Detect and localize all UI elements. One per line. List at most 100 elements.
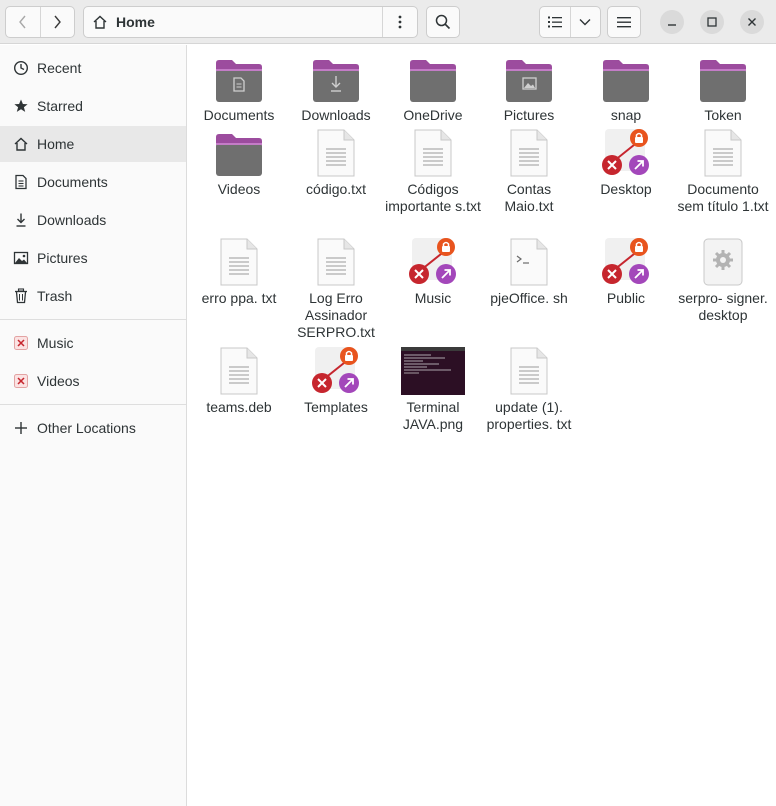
file-item-token[interactable]: Token — [673, 53, 773, 124]
file-label: Token — [704, 107, 742, 123]
maximize-button[interactable] — [700, 10, 724, 34]
navigation-buttons — [5, 6, 75, 38]
file-item-codigo-txt[interactable]: código.txt — [286, 127, 386, 198]
file-item-videos[interactable]: Videos — [189, 127, 289, 198]
file-item-documents[interactable]: Documents — [189, 53, 289, 124]
forward-button[interactable] — [39, 7, 75, 37]
document-icon — [11, 172, 31, 192]
clock-icon — [11, 58, 31, 78]
file-item-onedrive[interactable]: OneDrive — [383, 53, 483, 124]
file-label: código.txt — [306, 181, 366, 197]
text-file-icon — [504, 345, 554, 395]
sidebar-item-music[interactable]: Music — [0, 325, 186, 361]
file-item-update-properties-txt[interactable]: update (1). properties. txt — [479, 345, 579, 433]
close-icon — [748, 18, 756, 26]
sidebar: Recent Starred Home Documents Downloads … — [0, 45, 187, 806]
sidebar-separator — [0, 319, 186, 320]
sidebar-item-starred[interactable]: Starred — [0, 88, 186, 124]
folder-icon — [214, 127, 264, 177]
file-label: teams.deb — [206, 399, 272, 415]
path-label: Home — [116, 14, 155, 30]
file-item-teams-deb[interactable]: teams.deb — [189, 345, 289, 416]
home-icon — [11, 134, 31, 154]
file-item-contas-maio-txt[interactable]: Contas Maio.txt — [479, 127, 579, 215]
file-label: Pictures — [503, 107, 555, 123]
file-item-downloads[interactable]: Downloads — [286, 53, 386, 124]
file-label: erro ppa. txt — [201, 290, 277, 306]
file-item-music[interactable]: Music — [383, 236, 483, 307]
kebab-menu-icon — [398, 15, 402, 29]
sidebar-item-label: Documents — [37, 174, 108, 190]
path-bar[interactable]: Home — [83, 6, 418, 38]
sidebar-item-trash[interactable]: Trash — [0, 278, 186, 314]
file-item-codigos-importantes-txt[interactable]: Códigos importante s.txt — [383, 127, 483, 215]
sidebar-item-label: Home — [37, 136, 75, 152]
file-label: Terminal JAVA.png — [402, 399, 464, 432]
file-item-terminal-java-png[interactable]: Terminal JAVA.png — [383, 343, 483, 433]
file-item-pictures[interactable]: Pictures — [479, 53, 579, 124]
file-label: pjeOffice. sh — [490, 290, 568, 306]
file-item-log-erro-assinador-txt[interactable]: Log Erro Assinador SERPRO.txt — [286, 236, 386, 341]
sidebar-item-other-locations[interactable]: Other Locations — [0, 410, 186, 446]
file-item-documento-sem-titulo-txt[interactable]: Documento sem título 1.txt — [673, 127, 773, 215]
search-icon — [435, 14, 451, 30]
view-options-button[interactable] — [569, 7, 601, 37]
broken-link-icon — [311, 345, 361, 395]
header-bar: Home — [0, 0, 776, 44]
text-file-icon — [698, 127, 748, 177]
list-view-button[interactable] — [540, 7, 570, 37]
folder-icon — [408, 53, 458, 103]
file-item-desktop[interactable]: Desktop — [576, 127, 676, 198]
list-view-icon — [547, 16, 562, 28]
file-item-serpro-signer-desktop[interactable]: serpro- signer. desktop — [673, 236, 773, 324]
text-file-icon — [311, 127, 361, 177]
path-crumb-home[interactable]: Home — [92, 7, 155, 37]
file-label: Desktop — [600, 181, 652, 197]
sidebar-item-pictures[interactable]: Pictures — [0, 240, 186, 276]
sidebar-item-recent[interactable]: Recent — [0, 50, 186, 86]
text-file-icon — [408, 127, 458, 177]
sidebar-item-label: Music — [37, 335, 74, 351]
file-label: Public — [606, 290, 646, 306]
back-button[interactable] — [6, 7, 40, 37]
text-file-icon — [311, 236, 361, 286]
maximize-icon — [707, 17, 717, 27]
sidebar-item-label: Pictures — [37, 250, 88, 266]
file-item-public[interactable]: Public — [576, 236, 676, 307]
file-grid: Documents Downloads OneDrive Pictures sn… — [188, 45, 776, 806]
file-item-pjeoffice-sh[interactable]: pjeOffice. sh — [479, 236, 579, 307]
minimize-button[interactable] — [660, 10, 684, 34]
file-label: Videos — [217, 181, 261, 197]
folder-documents-icon — [214, 53, 264, 103]
sidebar-item-label: Downloads — [37, 212, 107, 228]
file-label: Downloads — [301, 107, 371, 123]
sidebar-item-label: Trash — [37, 288, 73, 304]
broken-link-icon — [601, 127, 651, 177]
script-file-icon — [504, 236, 554, 286]
sidebar-item-videos[interactable]: Videos — [0, 363, 186, 399]
file-item-erro-ppa-txt[interactable]: erro ppa. txt — [189, 236, 289, 307]
file-label: Contas Maio.txt — [504, 181, 554, 214]
desktop-file-icon — [698, 236, 748, 286]
sidebar-item-downloads[interactable]: Downloads — [0, 202, 186, 238]
file-item-snap[interactable]: snap — [576, 53, 676, 124]
text-file-icon — [214, 236, 264, 286]
main-menu-button[interactable] — [607, 6, 641, 38]
home-icon — [93, 15, 107, 29]
star-icon — [11, 96, 31, 116]
folder-icon — [601, 53, 651, 103]
file-item-templates[interactable]: Templates — [286, 345, 386, 416]
chevron-right-icon — [54, 15, 62, 29]
broken-bookmark-icon — [11, 333, 31, 353]
close-button[interactable] — [740, 10, 764, 34]
sidebar-item-documents[interactable]: Documents — [0, 164, 186, 200]
path-menu-button[interactable] — [382, 7, 417, 37]
search-button[interactable] — [426, 6, 460, 38]
file-label: Log Erro Assinador SERPRO.txt — [297, 290, 375, 340]
folder-icon — [698, 53, 748, 103]
sidebar-separator — [0, 404, 186, 405]
image-thumbnail — [400, 343, 466, 395]
file-label: Templates — [304, 399, 368, 415]
chevron-down-icon — [579, 19, 591, 26]
sidebar-item-home[interactable]: Home — [0, 126, 186, 162]
